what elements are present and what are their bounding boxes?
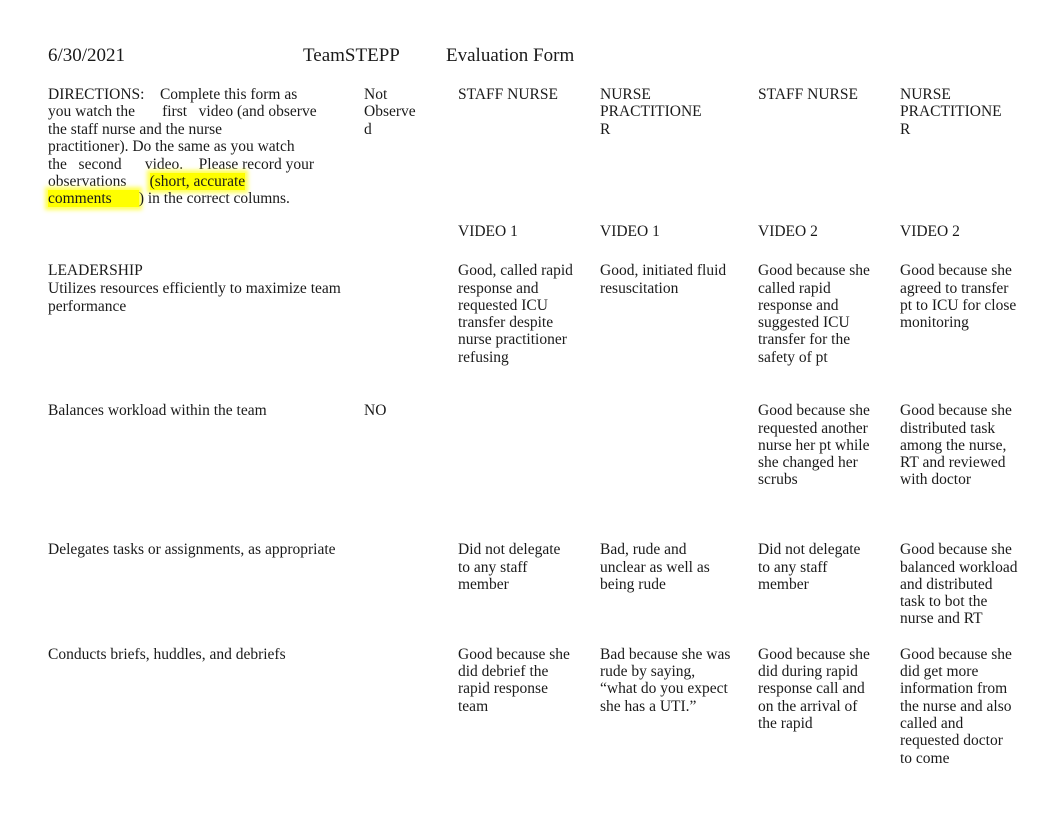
video-label-v1-np: VIDEO 1 — [586, 214, 744, 252]
evaluation-table: DIRECTIONS: Complete this form as you wa… — [34, 76, 1028, 782]
criteria-text: Delegates tasks or assignments, as appro… — [48, 541, 336, 559]
table-row: Delegates tasks or assignments, as appro… — [34, 529, 1028, 633]
comment-text: Did not delegate to any staff member — [458, 541, 561, 593]
header-v2-staff-nurse: STAFF NURSE — [744, 76, 886, 214]
header-not-observed-l3: d — [364, 120, 372, 138]
document-title-row: 6/30/2021 TeamSTEPP Evaluation Form — [48, 44, 1028, 70]
video-label-text: VIDEO 1 — [458, 222, 518, 240]
v1-staff-nurse-cell — [444, 390, 586, 529]
comment-text: Good because she balanced workload and d… — [900, 541, 1018, 628]
v1-staff-nurse-cell: Did not delegate to any staff member — [444, 529, 586, 633]
directions-line-7: ) in the correct columns. — [138, 190, 290, 208]
header-v2-np-l2: PRACTITIONE — [900, 103, 1002, 121]
document-page: 6/30/2021 TeamSTEPP Evaluation Form DIRE… — [0, 0, 1062, 822]
v2-np-cell: Good because she agreed to transfer pt t… — [886, 252, 1028, 390]
header-v2-np-l3: R — [900, 120, 911, 138]
video-label-text: VIDEO 2 — [758, 222, 818, 240]
v2-staff-nurse-cell: Good because she requested another nurse… — [744, 390, 886, 529]
v2-np-cell: Good because she did get more informatio… — [886, 634, 1028, 782]
directions-line-1: DIRECTIONS: Complete this form as — [48, 86, 298, 103]
table-row: Conducts briefs, huddles, and debriefs G… — [34, 634, 1028, 782]
video-label-text: VIDEO 2 — [900, 222, 960, 240]
comment-text: Bad, rude and unclear as well as being r… — [600, 541, 710, 593]
header-v1-staff-nurse: STAFF NURSE — [444, 76, 586, 214]
video-row-spacer-2 — [350, 214, 444, 252]
v1-staff-nurse-cell: Good because she did debrief the rapid r… — [444, 634, 586, 782]
header-not-observed: Not Observe d — [350, 76, 444, 214]
directions-line-4: practitioner). Do the same as you watch — [48, 138, 295, 156]
table-row: Balances workload within the team NO Goo… — [34, 390, 1028, 529]
not-observed-cell — [350, 529, 444, 633]
directions-highlight-1: (short, accurate — [149, 173, 246, 191]
v1-np-cell — [586, 390, 744, 529]
directions-line-3: the staff nurse and the nurse — [48, 120, 223, 138]
comment-text: Did not delegate to any staff member — [758, 541, 861, 593]
comment-text: Good because she agreed to transfer pt t… — [900, 262, 1017, 332]
document-date: 6/30/2021 — [48, 45, 126, 66]
comment-text: Good because she did get more informatio… — [900, 645, 1012, 767]
header-v1-np-l3: R — [600, 120, 611, 138]
section-heading: LEADERSHIP — [48, 262, 143, 280]
header-not-observed-l2: Observe — [364, 103, 416, 121]
document-title: TeamSTEPP — [303, 45, 400, 66]
video-row-spacer — [34, 214, 350, 252]
document-subtitle: Evaluation Form — [446, 45, 575, 66]
v2-staff-nurse-cell: Did not delegate to any staff member — [744, 529, 886, 633]
directions-line-5: the second video. Please record your — [48, 155, 315, 173]
criteria-text: Utilizes resources efficiently to maximi… — [48, 280, 341, 315]
comment-text: Good because she did debrief the rapid r… — [458, 645, 570, 715]
comment-text: Good, initiated fluid resuscitation — [600, 262, 727, 297]
comment-text: Good because she requested another nurse… — [758, 402, 870, 489]
comment-text: Bad because she was rude by saying, “wha… — [600, 645, 731, 715]
directions-line-2: you watch the first video (and observe — [48, 103, 317, 121]
not-observed-value: NO — [364, 402, 387, 420]
v2-np-cell: Good because she distributed task among … — [886, 390, 1028, 529]
header-v1-np-l2: PRACTITIONE — [600, 103, 702, 121]
video-label-text: VIDEO 1 — [600, 222, 660, 240]
header-v1-staff-nurse-label: STAFF NURSE — [458, 86, 558, 103]
criteria-text: Balances workload within the team — [48, 402, 267, 420]
header-not-observed-l1: Not — [364, 86, 388, 103]
video-label-row: VIDEO 1 VIDEO 1 VIDEO 2 VIDEO 2 — [34, 214, 1028, 252]
header-v1-np-l1: NURSE — [600, 86, 651, 103]
not-observed-cell — [350, 634, 444, 782]
v1-staff-nurse-cell: Good, called rapid response and requeste… — [444, 252, 586, 390]
directions-line-6: observations — [48, 173, 150, 191]
header-v1-nurse-practitioner: NURSE PRACTITIONE R — [586, 76, 744, 214]
table-row: LEADERSHIP Utilizes resources efficientl… — [34, 252, 1028, 390]
video-label-v1-staff-nurse: VIDEO 1 — [444, 214, 586, 252]
criteria-text: Conducts briefs, huddles, and debriefs — [48, 645, 286, 663]
criteria-cell: Conducts briefs, huddles, and debriefs — [34, 634, 350, 782]
v1-np-cell: Good, initiated fluid resuscitation — [586, 252, 744, 390]
v2-staff-nurse-cell: Good because she did during rapid respon… — [744, 634, 886, 782]
criteria-cell: LEADERSHIP Utilizes resources efficientl… — [34, 252, 350, 390]
comment-text: Good, called rapid response and requeste… — [458, 262, 573, 366]
v1-np-cell: Bad, rude and unclear as well as being r… — [586, 529, 744, 633]
criteria-cell: Balances workload within the team — [34, 390, 350, 529]
v1-np-cell: Bad because she was rude by saying, “wha… — [586, 634, 744, 782]
comment-text: Good because she distributed task among … — [900, 402, 1012, 489]
table-header-row: DIRECTIONS: Complete this form as you wa… — [34, 76, 1028, 214]
criteria-cell: Delegates tasks or assignments, as appro… — [34, 529, 350, 633]
header-v2-nurse-practitioner: NURSE PRACTITIONE R — [886, 76, 1028, 214]
directions-cell: DIRECTIONS: Complete this form as you wa… — [34, 76, 350, 214]
header-v2-np-l1: NURSE — [900, 86, 951, 103]
comment-text: Good because she did during rapid respon… — [758, 645, 870, 732]
video-label-v2-np: VIDEO 2 — [886, 214, 1028, 252]
v2-np-cell: Good because she balanced workload and d… — [886, 529, 1028, 633]
comment-text: Good because she called rapid response a… — [758, 262, 870, 366]
directions-highlight-2: comments — [48, 190, 139, 208]
v2-staff-nurse-cell: Good because she called rapid response a… — [744, 252, 886, 390]
not-observed-cell — [350, 252, 444, 390]
not-observed-cell: NO — [350, 390, 444, 529]
evaluation-table-wrapper: DIRECTIONS: Complete this form as you wa… — [34, 76, 1028, 782]
video-label-v2-staff-nurse: VIDEO 2 — [744, 214, 886, 252]
header-v2-staff-nurse-label: STAFF NURSE — [758, 86, 858, 103]
